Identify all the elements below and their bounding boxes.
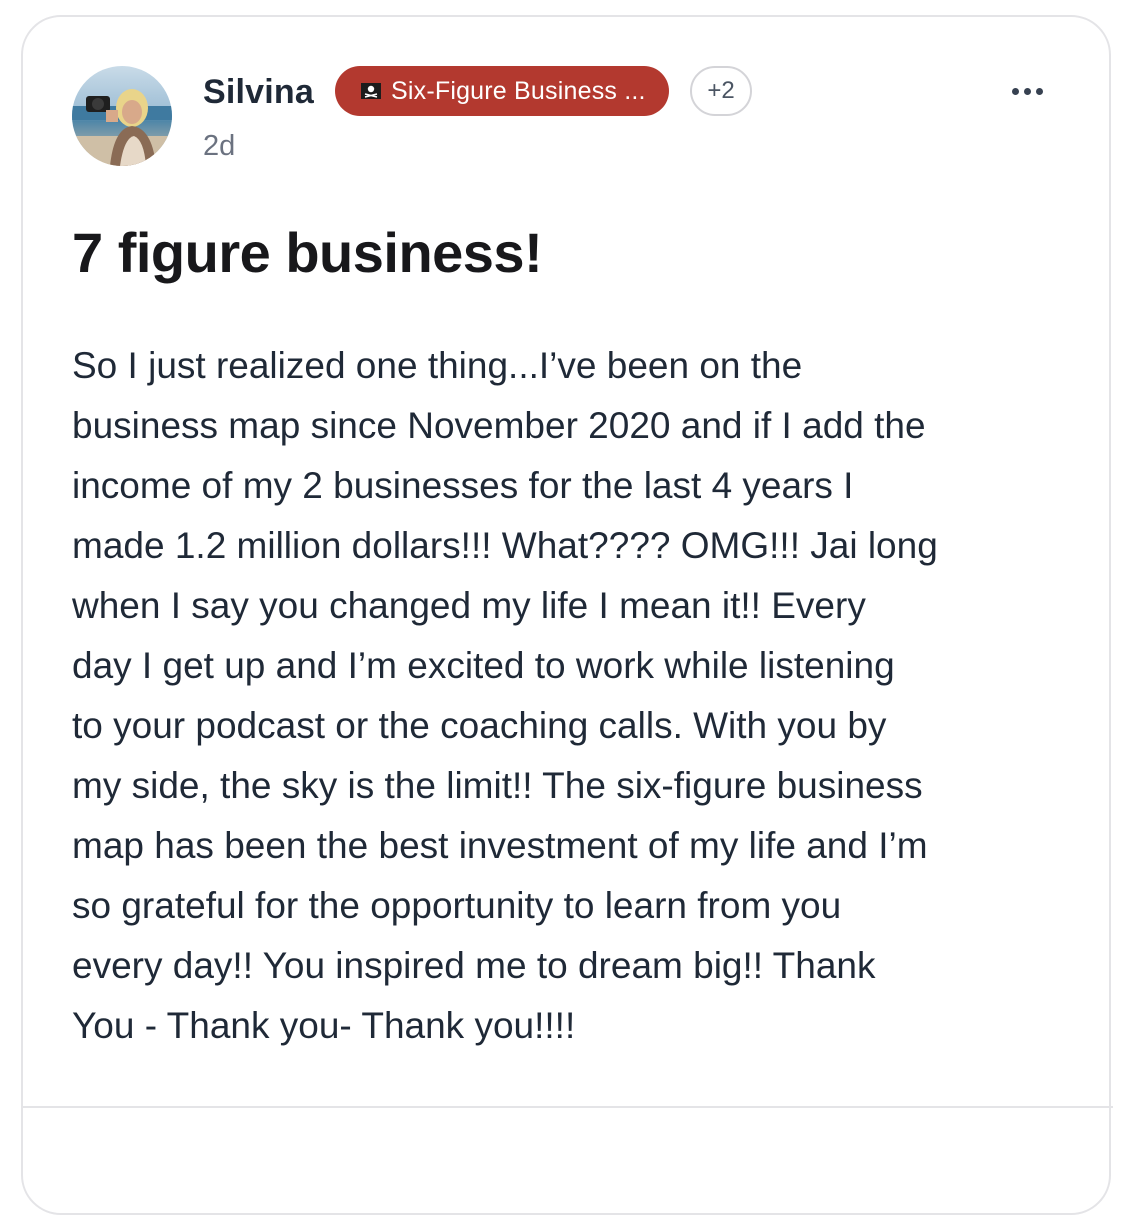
post-body-line: every day!! You inspired me to dream big… — [72, 945, 876, 986]
menu-dot — [1035, 87, 1043, 95]
post-body-line: to your podcast or the coaching calls. W… — [72, 705, 887, 746]
post-body-line: my side, the sky is the limit!! The six-… — [72, 765, 923, 806]
post-body-line: You - Thank you- Thank you!!!! — [72, 1005, 576, 1046]
menu-dot — [1023, 87, 1031, 95]
avatar[interactable] — [72, 66, 172, 166]
post-body-line: So I just realized one thing...I’ve been… — [72, 345, 803, 386]
category-badge-label: Six-Figure Business ... — [391, 77, 646, 105]
post-body-line: when I say you changed my life I mean it… — [72, 585, 866, 626]
more-categories-button[interactable]: +2 — [690, 66, 752, 116]
menu-dot — [1011, 87, 1019, 95]
more-options-icon[interactable] — [1006, 74, 1048, 108]
post-body-line: business map since November 2020 and if … — [72, 405, 926, 446]
pirate-flag-icon — [361, 83, 381, 99]
post-timestamp: 2d — [203, 130, 236, 162]
post-body-line: made 1.2 million dollars!!! What???? OMG… — [72, 525, 938, 566]
post-body-line: day I get up and I’m excited to work whi… — [72, 645, 895, 686]
post-body: So I just realized one thing...I’ve been… — [72, 336, 1072, 1056]
post-body-line: map has been the best investment of my l… — [72, 825, 928, 866]
post-title: 7 figure business! — [72, 221, 543, 284]
category-badge[interactable]: Six-Figure Business ... — [335, 66, 669, 116]
post-body-line: income of my 2 businesses for the last 4… — [72, 465, 854, 506]
card-divider — [21, 1106, 1113, 1108]
author-name[interactable]: Silvina — [203, 72, 314, 112]
post-body-line: so grateful for the opportunity to learn… — [72, 885, 842, 926]
